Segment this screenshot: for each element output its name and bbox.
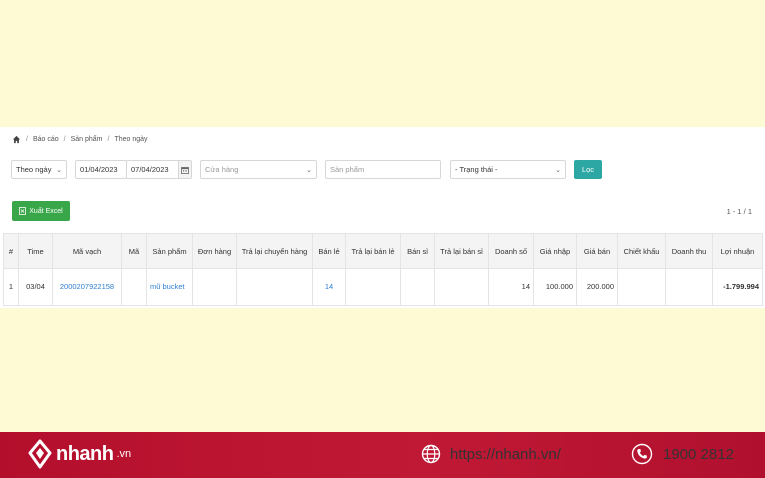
cell-sale-price: 200.000 [576,268,618,306]
breadcrumb-item-report[interactable]: Báo cáo [33,136,59,143]
date-from-value: 01/04/2023 [80,165,118,174]
header-revenue[interactable]: Doanh số [488,233,534,269]
hotline[interactable]: 1900 2812 [631,443,734,465]
store-select[interactable]: Cửa hàng ⌄ [200,160,317,179]
header-discount[interactable]: Chiết khấu [617,233,666,269]
cell-barcode-link[interactable]: 2000207922158 [52,268,122,306]
home-icon[interactable] [12,135,21,144]
status-select[interactable]: - Trạng thái - ⌄ [450,160,566,179]
brand-suffix: .vn [116,448,132,460]
cell-retail-return [345,268,401,306]
excel-file-icon [19,207,27,215]
header-retail[interactable]: Bán lẻ [312,233,346,269]
header-sale-price[interactable]: Giá bán [576,233,618,269]
header-retail-return[interactable]: Trả lại bán lẻ [345,233,401,269]
header-time[interactable]: Time [18,233,53,269]
breadcrumb-separator: / [63,135,66,143]
header-code[interactable]: Mã [121,233,147,269]
header-product[interactable]: Sản phẩm [146,233,193,269]
export-excel-button[interactable]: Xuất Excel [12,201,70,221]
product-input-placeholder: Sản phẩm [330,165,365,174]
breadcrumb: / Báo cáo / Sản phẩm / Theo ngày [12,133,148,145]
header-orders[interactable]: Đơn hàng [192,233,237,269]
website-link[interactable]: https://nhanh.vn/ [421,443,561,465]
cell-index: 1 [3,268,19,306]
header-wholesale-return[interactable]: Trả lại bán sỉ [434,233,489,269]
cell-wholesale-return [434,268,489,306]
breadcrumb-item-product[interactable]: Sản phẩm [71,136,103,143]
cell-net-revenue [665,268,713,306]
cell-discount [617,268,666,306]
calendar-icon[interactable] [178,161,191,178]
globe-icon [421,444,441,464]
chevron-down-icon: ⌄ [306,166,312,174]
product-report-table: # Time Mã vạch Mã Sản phẩm Đơn hàng Trả … [3,233,763,306]
store-select-placeholder: Cửa hàng [205,165,239,174]
mode-select-value: Theo ngày [16,165,52,174]
nhanh-logo-icon [28,439,52,469]
table-header-row: # Time Mã vạch Mã Sản phẩm Đơn hàng Trả … [3,233,763,269]
cell-product-link[interactable]: mũ bucket [146,268,193,306]
header-net-revenue[interactable]: Doanh thu [665,233,713,269]
filter-button[interactable]: Lọc [574,160,602,179]
cell-retail-link[interactable]: 14 [312,268,346,306]
cell-revenue: 14 [488,268,534,306]
cell-profit: -1.799.994 [712,268,763,306]
cell-time: 03/04 [18,268,53,306]
brand-name: nhanh [56,442,114,465]
chevron-down-icon: ⌄ [56,166,62,174]
chevron-down-icon: ⌄ [555,166,561,174]
status-select-value: - Trạng thái - [455,165,498,174]
header-cost-price[interactable]: Giá nhập [533,233,577,269]
date-to-value: 07/04/2023 [131,165,169,174]
header-wholesale[interactable]: Bán sỉ [400,233,435,269]
mode-select[interactable]: Theo ngày ⌄ [11,160,67,179]
cell-transfer-return [236,268,313,306]
cell-cost-price: 100.000 [533,268,577,306]
header-index: # [3,233,19,269]
pagination-info: 1 - 1 / 1 [726,207,752,216]
breadcrumb-separator: / [107,135,110,143]
cell-orders [192,268,237,306]
header-barcode[interactable]: Mã vạch [52,233,122,269]
breadcrumb-item-by-day: Theo ngày [114,135,148,143]
nhanh-logo: nhanh .vn [27,438,131,470]
phone-icon [631,443,653,465]
header-profit[interactable]: Lợi nhuận [712,233,763,269]
table-row: 1 03/04 2000207922158 mũ bucket 14 14 10… [3,268,763,306]
export-excel-label: Xuất Excel [29,207,63,215]
website-url: https://nhanh.vn/ [450,445,561,463]
date-to-input[interactable]: 07/04/2023 [126,160,192,179]
breadcrumb-separator: / [26,135,28,143]
date-from-input[interactable]: 01/04/2023 [75,160,127,179]
product-input[interactable]: Sản phẩm [325,160,441,179]
cell-code [121,268,147,306]
hotline-number: 1900 2812 [663,445,734,463]
cell-wholesale [400,268,435,306]
header-transfer-return[interactable]: Trả lại chuyển hàng [236,233,313,269]
